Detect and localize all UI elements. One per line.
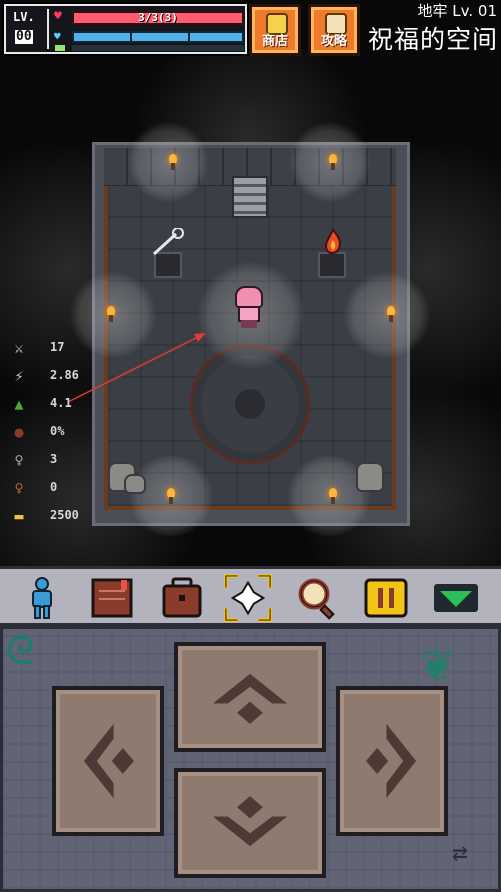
hp-bar: 3/3(3) [72,11,244,25]
guide-button[interactable]: 攻略 [308,4,360,56]
clay-pot[interactable] [124,474,146,494]
stat-silver-keys: ♀ 3 [8,448,100,476]
weapon-altar[interactable] [148,228,188,280]
gold-icon: ▬ [14,507,24,525]
player-status-panel: LV. 00 ♥ 3/3(3) ♥ [4,4,247,54]
mp-bar [72,31,244,43]
character-button[interactable] [18,575,66,621]
torch [166,154,180,170]
target-button[interactable] [224,574,272,622]
torch [326,154,340,170]
stats-panel: ⚔ 17 ⚡ 2.86 ▲ 4.1 ● 0% ♀ 3 ♀ 0 ▬ 2500 [8,336,100,532]
magnifier-icon [298,578,335,620]
stairs[interactable] [232,176,268,218]
player-character [233,286,265,328]
level-box: LV. 00 [9,9,49,49]
character-icon [32,577,52,619]
move-left-button[interactable] [52,686,164,836]
vine-decoration-icon: ᘓ [6,628,35,674]
action-toolbar [0,566,501,626]
fire-altar[interactable] [312,228,352,280]
stat-value: 3 [50,452,58,466]
guide-label: 攻略 [320,34,347,49]
torch [326,488,340,504]
torch [164,488,178,504]
torch [104,306,118,322]
stat-value: 2500 [50,508,79,522]
backpack-button[interactable] [158,575,206,621]
arrow-left-icon [83,723,134,799]
level-value: 00 [15,29,33,44]
stat-crit: ● 0% [8,420,100,448]
mana-icon: ♥ [54,30,61,43]
bronze-key-icon: ♀ [14,479,24,497]
attack-speed-icon: ⚡ [14,367,24,385]
pause-icon [364,578,408,618]
clay-pot[interactable] [356,462,384,492]
stat-attack-speed: ⚡ 2.86 [8,364,100,392]
stat-value: 2.86 [50,368,79,382]
stat-value: 17 [50,340,65,354]
search-button[interactable] [294,575,342,621]
stat-attack: ⚔ 17 [8,336,100,364]
collapse-button[interactable] [432,575,480,621]
shop-label: 商店 [261,34,288,49]
silver-key-icon: ♀ [14,451,24,469]
move-down-button[interactable] [174,768,326,878]
arrow-right-icon [366,723,417,799]
stat-value: 0% [50,424,65,438]
stat-speed: ▲ 4.1 [8,392,100,420]
collapse-icon [434,584,478,612]
pause-button[interactable] [362,575,410,621]
stat-value: 4.1 [50,396,72,410]
stat-value: 0 [50,480,58,494]
journal-button[interactable] [88,575,136,621]
swap-icon[interactable]: ⇄ [452,838,468,868]
arrow-up-icon [212,673,288,724]
dungeon-level: 地牢 Lv. 01 [417,2,497,20]
leaf-decoration-icon: ❦ [420,630,453,693]
xp-bar [72,45,244,51]
torch [384,306,398,322]
stat-bronze-keys: ♀ 0 [8,476,100,504]
stat-gold: ▬ 2500 [8,504,100,532]
hp-text: 3/3(3) [138,11,178,24]
level-label: LV. [13,10,35,24]
backpack-icon [162,577,202,618]
room-name: 祝福的空间 [367,25,498,54]
target-icon [224,574,272,622]
journal-icon [91,578,133,618]
heart-icon: ♥ [54,9,62,24]
crit-icon: ● [14,423,24,441]
arrow-down-icon [212,796,288,847]
move-up-button[interactable] [174,642,326,752]
attack-icon: ⚔ [14,339,24,357]
experience-icon [55,45,65,51]
speed-icon: ▲ [14,395,24,413]
move-right-button[interactable] [336,686,448,836]
shop-button[interactable]: 商店 [249,4,301,56]
